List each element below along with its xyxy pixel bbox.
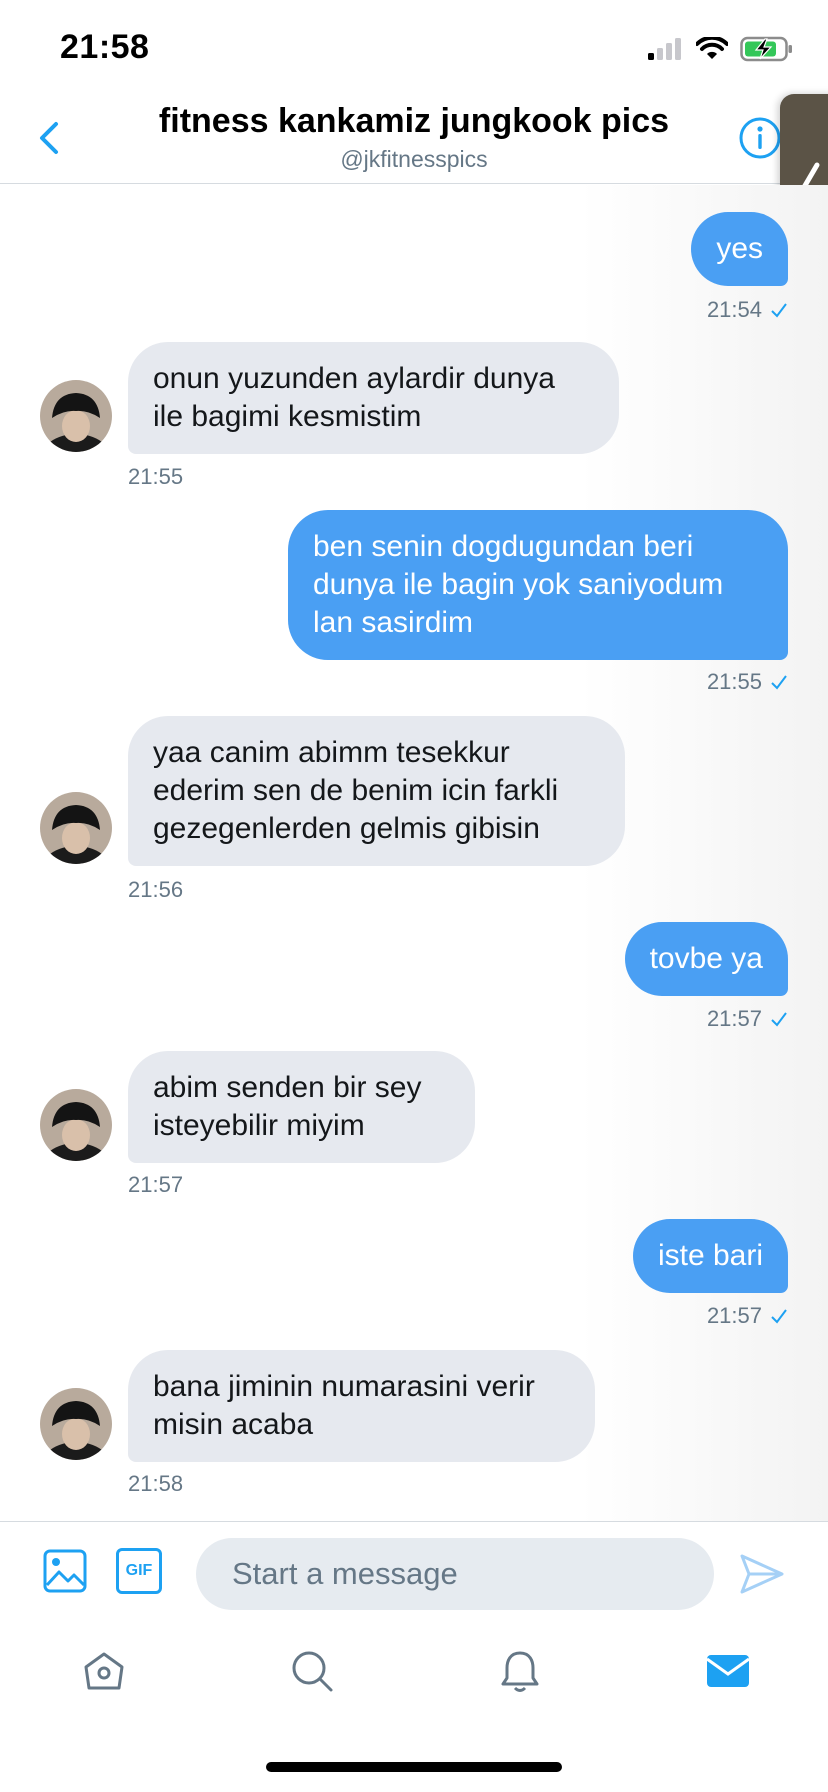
message-timestamp: 21:57 [707,1303,788,1329]
message-timestamp: 21:57 [128,1172,184,1197]
message-text-line: ile bagimi kesmistim [153,400,422,433]
message-bubble[interactable]: onun yuzunden aylardir dunya ile bagimi … [128,342,619,454]
home-indicator [266,1762,562,1772]
timestamp-text: 21:57 [706,1303,762,1328]
message-input[interactable] [196,1538,714,1610]
message-outgoing: ben senin dogdugundan beri dunya ile bag… [288,510,788,695]
message-timestamp: 21:55 [128,464,184,489]
status-icons [648,36,794,62]
read-check-icon [771,1309,787,1324]
message-bubble[interactable]: yes [691,212,788,286]
message-text-line: tovbe ya [649,942,763,975]
avatar[interactable] [40,792,112,864]
message-text-line: abim senden bir sey [153,1071,422,1104]
message-text-line: onun yuzunden aylardir dunya [153,362,555,395]
message-bubble[interactable]: ben senin dogdugundan beri dunya ile bag… [288,510,788,660]
bell-icon[interactable] [496,1647,544,1695]
message-text-line: gezegenlerden gelmis gibisin [153,812,540,845]
conversation-header: fitness kankamiz jungkook pics @jkfitnes… [0,92,828,184]
message-timestamp: 21:55 [707,669,788,695]
battery-icon [740,36,792,62]
message-list[interactable]: yes 21:54 onun yuzunden aylardir dunya i… [0,185,828,1521]
send-icon[interactable] [738,1552,786,1596]
message-bubble[interactable]: bana jiminin numarasini verir misin acab… [128,1350,595,1462]
message-text-line: isteyebilir miyim [153,1109,365,1142]
status-bar: 21:58 [0,0,828,92]
message-text-line: dunya ile bagin yok saniyodum [313,568,724,601]
message-timestamp: 21:58 [128,1471,184,1496]
message-timestamp: 21:57 [707,1006,788,1032]
message-bubble[interactable]: tovbe ya [624,922,788,996]
timestamp-text: 21:54 [706,297,762,322]
message-incoming: abim senden bir sey isteyebilir miyim 21… [40,1051,490,1197]
search-icon[interactable] [288,1647,336,1695]
read-check-icon [771,675,787,690]
message-text-line: misin acaba [153,1408,314,1441]
message-text-line: lan sasirdim [313,606,474,639]
mail-icon[interactable] [704,1647,752,1695]
bottom-tab-bar [0,1625,828,1717]
avatar[interactable] [40,1388,112,1460]
image-icon[interactable] [42,1548,88,1594]
signal-icon [648,38,681,60]
message-bubble[interactable]: iste bari [632,1219,788,1293]
message-text-line: ben senin dogdugundan beri [313,530,694,563]
read-check-icon [771,303,787,318]
timestamp-text: 21:57 [706,1006,762,1031]
message-incoming: bana jiminin numarasini verir misin acab… [40,1350,600,1496]
message-text-line: bana jiminin numarasini verir [153,1370,535,1403]
avatar[interactable] [40,380,112,452]
status-time: 21:58 [60,28,150,66]
message-text-line: yes [716,232,763,265]
message-bubble[interactable]: yaa canim abimm tesekkur ederim sen de b… [128,716,625,866]
home-icon[interactable] [80,1647,128,1695]
message-incoming: onun yuzunden aylardir dunya ile bagimi … [40,342,620,489]
message-incoming: yaa canim abimm tesekkur ederim sen de b… [40,716,630,902]
timestamp-text: 21:55 [706,669,762,694]
message-outgoing: iste bari 21:57 [488,1219,788,1331]
conversation-handle: @jkfitnesspics [340,146,488,172]
message-text-line: iste bari [657,1239,763,1272]
gif-label: GIF [125,1562,153,1579]
message-outgoing: yes 21:54 [488,212,788,324]
message-text-line: ederim sen de benim icin farkli [153,774,559,807]
wifi-icon [696,37,728,59]
message-timestamp: 21:56 [128,877,184,902]
info-icon[interactable] [738,116,782,160]
read-check-icon [771,1012,787,1027]
message-timestamp: 21:54 [707,297,788,323]
message-bubble[interactable]: abim senden bir sey isteyebilir miyim [128,1051,475,1163]
message-text-line: yaa canim abimm tesekkur [153,736,510,769]
conversation-title: fitness kankamiz jungkook pics [158,102,670,140]
message-composer: GIF [0,1521,828,1625]
message-outgoing: tovbe ya 21:57 [488,922,788,1032]
gif-icon[interactable]: GIF [116,1548,162,1594]
avatar[interactable] [40,1089,112,1161]
